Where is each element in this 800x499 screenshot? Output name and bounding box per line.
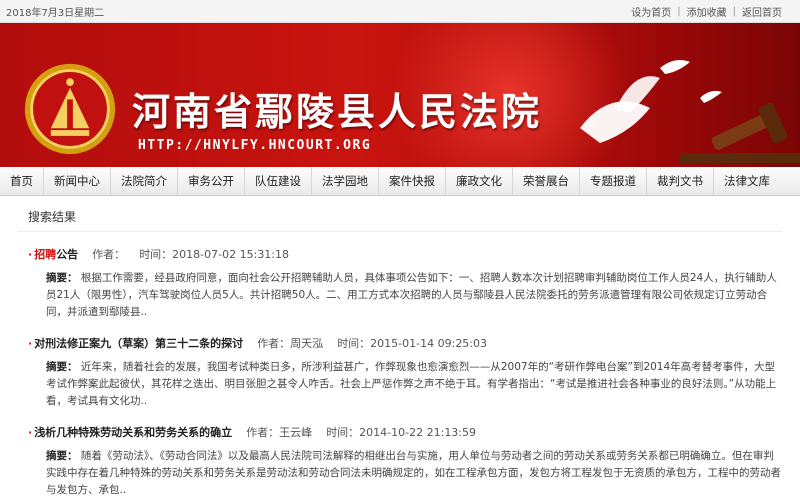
doves-and-gavel-icon [580, 60, 800, 163]
nav-special-report[interactable]: 专题报道 [580, 167, 647, 195]
result-time: 时间：2014-10-22 21:13:59 [326, 426, 477, 439]
add-favorite-link[interactable]: 添加收藏 [687, 4, 727, 19]
nav-law-garden[interactable]: 法学园地 [312, 167, 379, 195]
current-date: 2018年7月3日星期二 [6, 7, 105, 19]
result-time: 时间：2018-07-02 15:31:18 [139, 248, 290, 261]
return-home-link[interactable]: 返回首页 [742, 4, 782, 19]
result-summary: 摘要： 根据工作需要，经县政府同意，面向社会公开招聘辅助人员，具体事项公告如下：… [46, 272, 777, 318]
nav-case-news[interactable]: 案件快报 [379, 167, 446, 195]
result-author: 作者： [92, 248, 126, 261]
site-title: 河南省鄢陵县人民法院 [132, 89, 543, 134]
result-title[interactable]: · 浅析几种特殊劳动关系和劳务关系的确立 [28, 424, 232, 440]
result-title[interactable]: · 招聘公告 [28, 246, 78, 262]
court-emblem-icon [24, 63, 116, 155]
separator: | [677, 5, 681, 17]
bullet-icon: · [28, 248, 33, 261]
site-banner: 河南省鄢陵县人民法院 HTTP://HNYLFY.HNCOURT.ORG [0, 23, 800, 167]
separator: | [732, 5, 736, 17]
bullet-icon: · [28, 337, 33, 350]
set-homepage-link[interactable]: 设为首页 [631, 4, 671, 19]
bullet-icon: · [28, 426, 33, 439]
nav-integrity-culture[interactable]: 廉政文化 [446, 167, 513, 195]
result-author: 作者：周天泓 [257, 337, 324, 350]
result-item: · 对刑法修正案九（草案）第三十二条的探讨 作者：周天泓 时间：2015-01-1… [18, 335, 782, 410]
nav-honor[interactable]: 荣誉展台 [513, 167, 580, 195]
nav-news[interactable]: 新闻中心 [44, 167, 111, 195]
results-heading: 搜索结果 [18, 204, 782, 232]
site-url: HTTP://HNYLFY.HNCOURT.ORG [138, 138, 372, 153]
nav-home[interactable]: 首页 [0, 167, 44, 195]
top-links: 设为首页 | 添加收藏 | 返回首页 [631, 4, 782, 19]
main-nav: 首页 新闻中心 法院简介 审务公开 队伍建设 法学园地 案件快报 廉政文化 荣誉… [0, 167, 800, 196]
top-bar: 2018年7月3日星期二 设为首页 | 添加收藏 | 返回首页 [0, 0, 800, 23]
nav-judgments[interactable]: 裁判文书 [647, 167, 714, 195]
nav-trial-open[interactable]: 审务公开 [178, 167, 245, 195]
nav-court-intro[interactable]: 法院简介 [111, 167, 178, 195]
search-results-panel: 搜索结果 · 招聘公告 作者： 时间：2018-07-02 15:31:18 摘要… [0, 196, 800, 499]
result-title[interactable]: · 对刑法修正案九（草案）第三十二条的探讨 [28, 335, 243, 351]
result-author: 作者：王云峰 [246, 426, 313, 439]
result-time: 时间：2015-01-14 09:25:03 [337, 337, 488, 350]
nav-team-building[interactable]: 队伍建设 [245, 167, 312, 195]
result-item: · 浅析几种特殊劳动关系和劳务关系的确立 作者：王云峰 时间：2014-10-22… [18, 424, 782, 499]
result-item: · 招聘公告 作者： 时间：2018-07-02 15:31:18 摘要： 根据工… [18, 246, 782, 321]
result-summary: 摘要： 随着《劳动法》、《劳动合同法》以及最高人民法院司法解释的相继出台与实施，… [46, 450, 781, 496]
result-summary: 摘要： 近年来，随着社会的发展，我国考试种类日多，所涉利益甚广，作弊现象也愈演愈… [46, 361, 777, 407]
nav-law-library[interactable]: 法律文库 [714, 167, 780, 195]
